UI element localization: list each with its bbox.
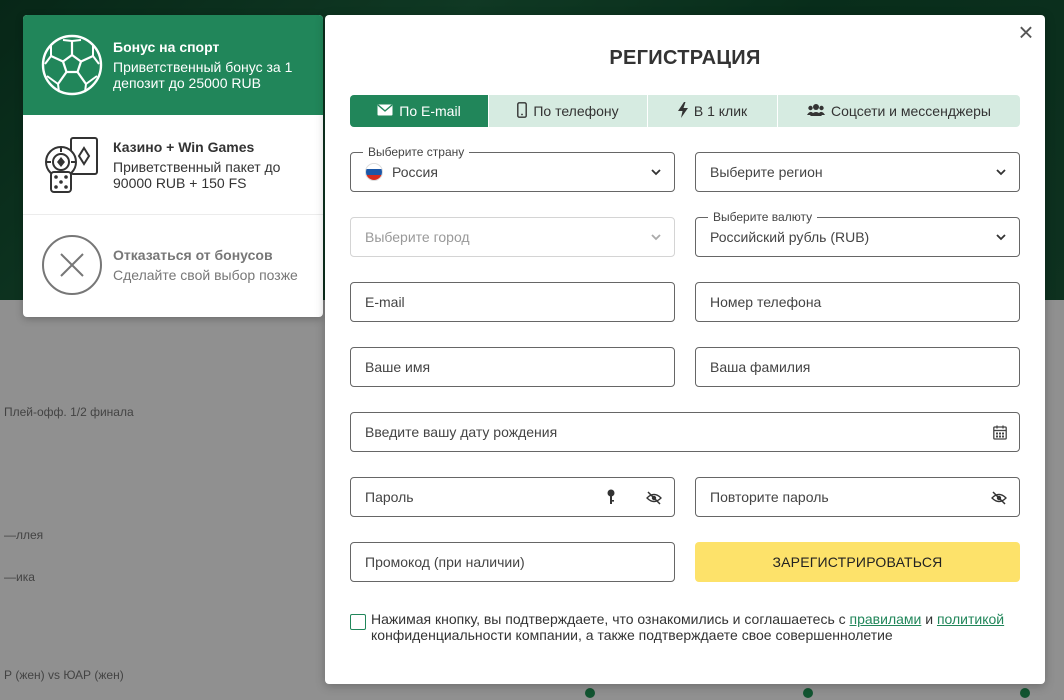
currency-value: Российский рубль (RUB)	[710, 229, 870, 245]
consent-text-part: Нажимая кнопку, вы подтверждаете, что оз…	[371, 611, 850, 627]
phone-icon	[517, 101, 528, 121]
russia-flag-icon	[365, 163, 383, 181]
currency-label: Выберите валюту	[708, 210, 818, 224]
registration-modal: × РЕГИСТРАЦИЯ По E-mail По телефону В 1 …	[325, 15, 1045, 684]
consent-text-part: и	[921, 611, 937, 627]
tab-social[interactable]: Соцсети и мессенджеры	[778, 95, 1020, 127]
bonus-title: Отказаться от бонусов	[113, 247, 273, 263]
password-field[interactable]: Пароль	[350, 477, 675, 517]
bonus-description: Сделайте свой выбор позже	[113, 267, 298, 283]
chevron-down-icon	[996, 169, 1006, 176]
tab-label: Соцсети и мессенджеры	[830, 103, 991, 119]
password-repeat-field[interactable]: Повторите пароль	[695, 477, 1020, 517]
chevron-down-icon	[651, 234, 661, 241]
city-placeholder: Выберите город	[365, 229, 470, 245]
bonus-option-sport[interactable]: Бонус на спорт Приветственный бонус за 1…	[23, 15, 323, 115]
tab-phone[interactable]: По телефону	[489, 95, 648, 127]
promo-placeholder: Промокод (при наличии)	[365, 554, 525, 570]
privacy-policy-link[interactable]: политикой	[937, 611, 1004, 627]
country-value: Россия	[392, 164, 438, 180]
tab-one-click[interactable]: В 1 клик	[648, 95, 778, 127]
last-name-field[interactable]: Ваша фамилия	[695, 347, 1020, 387]
bonus-title: Бонус на спорт	[113, 39, 220, 55]
register-button[interactable]: ЗАРЕГИСТРИРОВАТЬСЯ	[695, 542, 1020, 582]
birth-date-placeholder: Введите вашу дату рождения	[365, 424, 558, 440]
casino-chips-dice-icon	[41, 134, 103, 196]
key-icon[interactable]	[606, 489, 616, 505]
chevron-down-icon	[651, 169, 661, 176]
country-select[interactable]: Выберите страну Россия	[350, 145, 675, 192]
lightning-icon	[677, 101, 688, 121]
phone-field[interactable]: Номер телефона	[695, 282, 1020, 322]
users-icon	[806, 103, 825, 120]
first-name-field[interactable]: Ваше имя	[350, 347, 675, 387]
bonus-panel: Бонус на спорт Приветственный бонус за 1…	[23, 15, 323, 317]
country-label: Выберите страну	[363, 145, 470, 159]
email-placeholder: E-mail	[365, 294, 405, 310]
bonus-description: Приветственный пакет до 90000 RUB + 150 …	[113, 158, 281, 191]
bonus-option-casino[interactable]: Казино + Win Games Приветственный пакет …	[23, 115, 323, 215]
registration-tabs: По E-mail По телефону В 1 клик Соцсети и…	[350, 95, 1020, 127]
currency-select[interactable]: Выберите валюту Российский рубль (RUB)	[695, 210, 1020, 257]
password-repeat-placeholder: Повторите пароль	[710, 489, 829, 505]
password-placeholder: Пароль	[365, 489, 414, 505]
last-name-placeholder: Ваша фамилия	[710, 359, 811, 375]
calendar-icon[interactable]	[993, 425, 1007, 440]
chevron-down-icon	[996, 234, 1006, 241]
bonus-description: Приветственный бонус за 1 депозит до 250…	[113, 59, 293, 91]
phone-placeholder: Номер телефона	[710, 294, 822, 310]
first-name-placeholder: Ваше имя	[365, 359, 431, 375]
consent-text: Нажимая кнопку, вы подтверждаете, что оз…	[371, 611, 1030, 643]
close-circle-icon	[41, 234, 103, 296]
consent-text-part: конфиденциальности компании, а также под…	[371, 627, 893, 643]
email-field[interactable]: E-mail	[350, 282, 675, 322]
consent-checkbox[interactable]	[350, 614, 366, 630]
bonus-option-decline[interactable]: Отказаться от бонусов Сделайте свой выбо…	[23, 215, 323, 315]
rules-link[interactable]: правилами	[850, 611, 922, 627]
envelope-icon	[377, 103, 393, 119]
tab-label: По E-mail	[399, 103, 461, 119]
eye-slash-icon[interactable]	[991, 491, 1007, 505]
bonus-title: Казино + Win Games	[113, 138, 255, 155]
region-placeholder: Выберите регион	[710, 164, 823, 180]
modal-title: РЕГИСТРАЦИЯ	[609, 47, 761, 69]
soccer-ball-icon	[41, 34, 103, 96]
birth-date-field[interactable]: Введите вашу дату рождения	[350, 412, 1020, 452]
tab-label: По телефону	[533, 103, 619, 119]
promo-code-field[interactable]: Промокод (при наличии)	[350, 542, 675, 582]
tab-label: В 1 клик	[693, 103, 748, 119]
close-button[interactable]: ×	[1015, 19, 1037, 45]
eye-slash-icon[interactable]	[646, 491, 662, 505]
city-select[interactable]: Выберите город	[350, 217, 675, 257]
consent-row: Нажимая кнопку, вы подтверждаете, что оз…	[350, 611, 1030, 643]
tab-email[interactable]: По E-mail	[350, 95, 489, 127]
region-select[interactable]: Выберите регион	[695, 152, 1020, 192]
